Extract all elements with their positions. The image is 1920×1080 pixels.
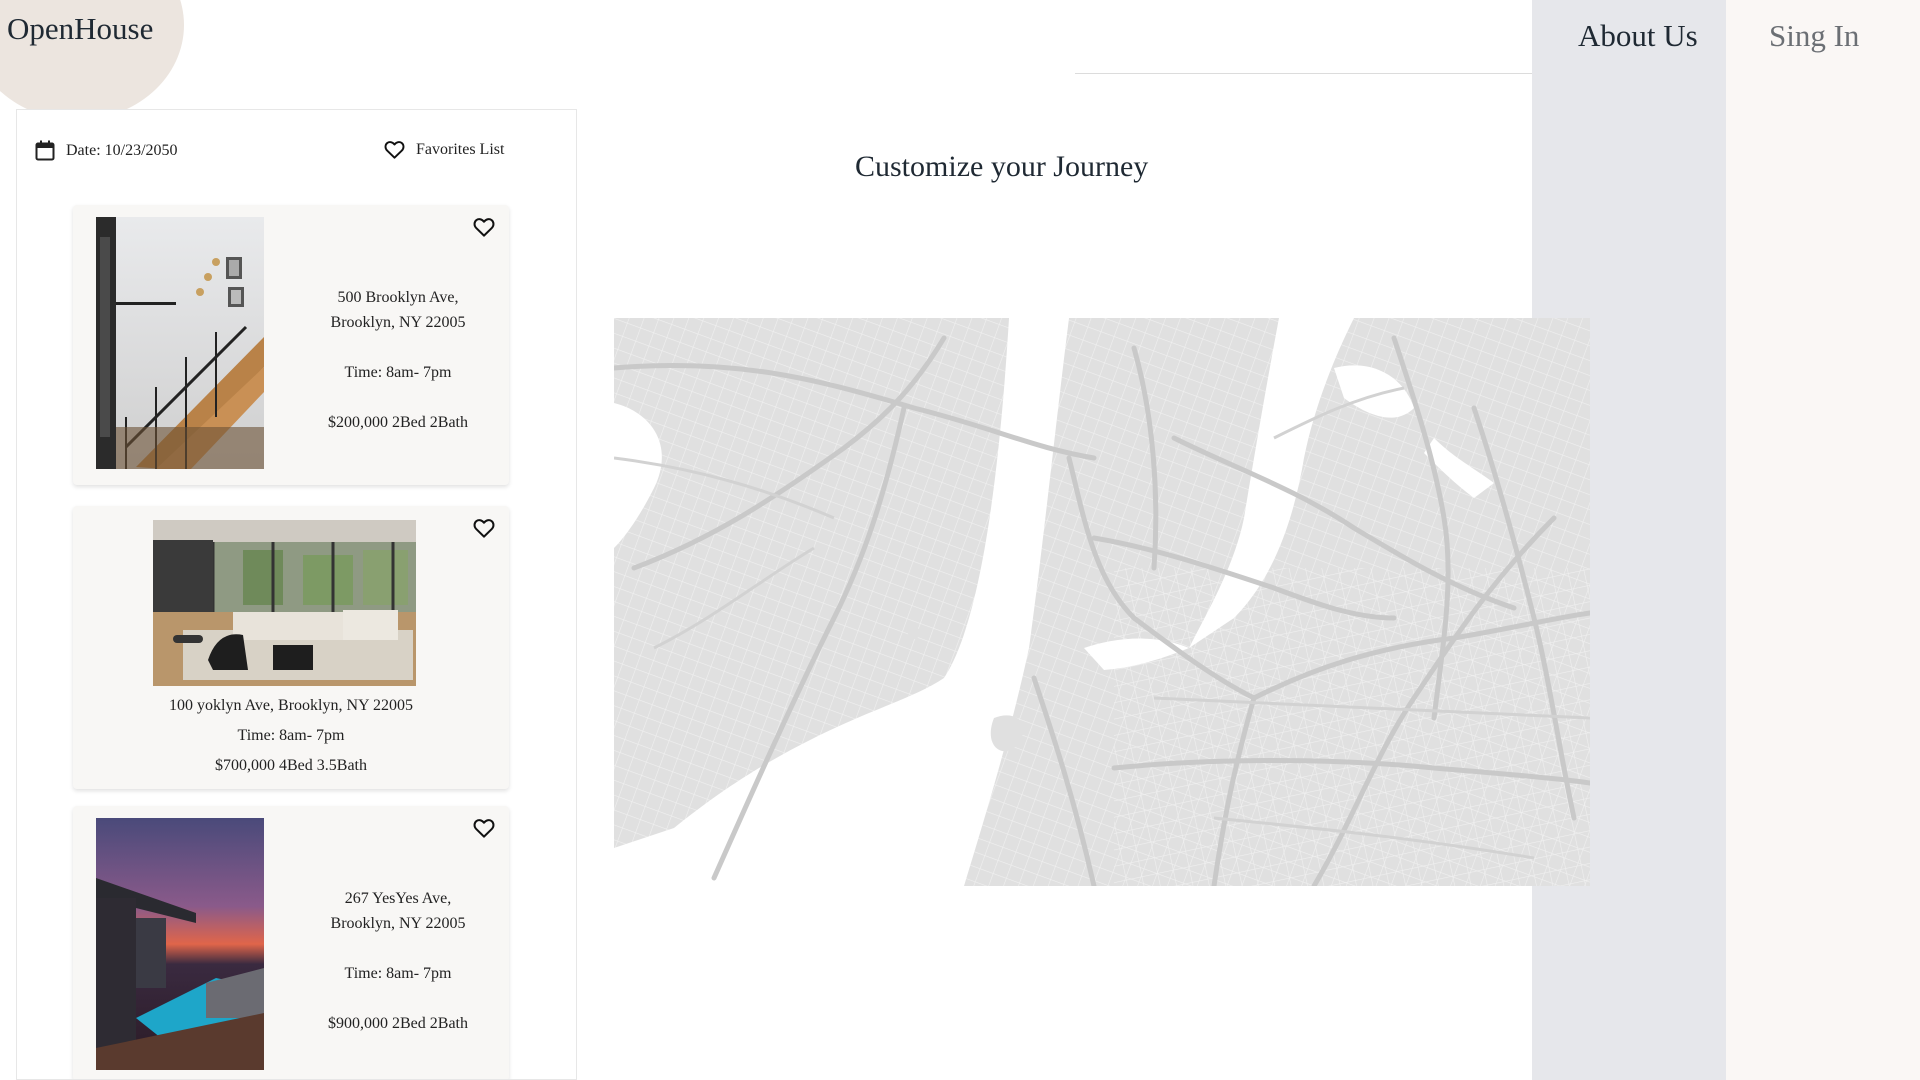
- favorite-heart-icon[interactable]: [473, 518, 495, 540]
- logo[interactable]: OpenHouse: [7, 11, 153, 47]
- listing-time: Time: 8am- 7pm: [237, 727, 345, 744]
- sign-in-link[interactable]: Sing In: [1769, 18, 1859, 54]
- listing-info: 500 Brooklyn Ave, Brooklyn, NY 22005 Tim…: [303, 285, 493, 435]
- listing-photo: [96, 818, 264, 1070]
- listing-address-line1: 267 YesYes Ave,: [344, 890, 452, 907]
- favorite-heart-icon[interactable]: [473, 217, 495, 239]
- listing-photo: [96, 217, 264, 469]
- listings-sidebar: Date: 10/23/2050 Favorites List 500 Broo…: [16, 109, 577, 1080]
- listing-card[interactable]: 100 yoklyn Ave, Brooklyn, NY 22005 Time:…: [73, 506, 509, 789]
- listing-card[interactable]: 267 YesYes Ave, Brooklyn, NY 22005 Time:…: [73, 806, 509, 1079]
- listing-info: 100 yoklyn Ave, Brooklyn, NY 22005 Time:…: [73, 691, 509, 781]
- favorites-list-link[interactable]: Favorites List: [384, 140, 504, 159]
- page-title: Customize your Journey: [855, 150, 1149, 183]
- date-display[interactable]: Date: 10/23/2050: [35, 140, 178, 161]
- favorites-label: Favorites List: [416, 140, 505, 158]
- date-label: Date: 10/23/2050: [66, 141, 178, 159]
- listing-details: $900,000 2Bed 2Bath: [328, 1015, 468, 1032]
- about-us-link[interactable]: About Us: [1578, 18, 1698, 54]
- nav-divider: [1075, 73, 1532, 74]
- calendar-icon: [35, 140, 55, 161]
- listing-time: Time: 8am- 7pm: [344, 965, 452, 982]
- listing-time: Time: 8am- 7pm: [344, 364, 452, 381]
- heart-icon: [384, 141, 405, 159]
- nav-signin-column: [1726, 0, 1920, 1080]
- listing-details: $200,000 2Bed 2Bath: [328, 414, 468, 431]
- listing-address-line2: Brooklyn, NY 22005: [330, 915, 466, 932]
- listing-address-line1: 500 Brooklyn Ave,: [337, 289, 459, 306]
- listing-photo: [153, 520, 416, 686]
- listing-details: $700,000 4Bed 3.5Bath: [215, 757, 367, 774]
- listing-info: 267 YesYes Ave, Brooklyn, NY 22005 Time:…: [303, 886, 493, 1036]
- listing-address-line2: Brooklyn, NY 22005: [330, 314, 466, 331]
- listing-card[interactable]: 500 Brooklyn Ave, Brooklyn, NY 22005 Tim…: [73, 205, 509, 485]
- favorite-heart-icon[interactable]: [473, 818, 495, 840]
- map[interactable]: [614, 318, 1590, 886]
- listing-address: 100 yoklyn Ave, Brooklyn, NY 22005: [169, 697, 413, 714]
